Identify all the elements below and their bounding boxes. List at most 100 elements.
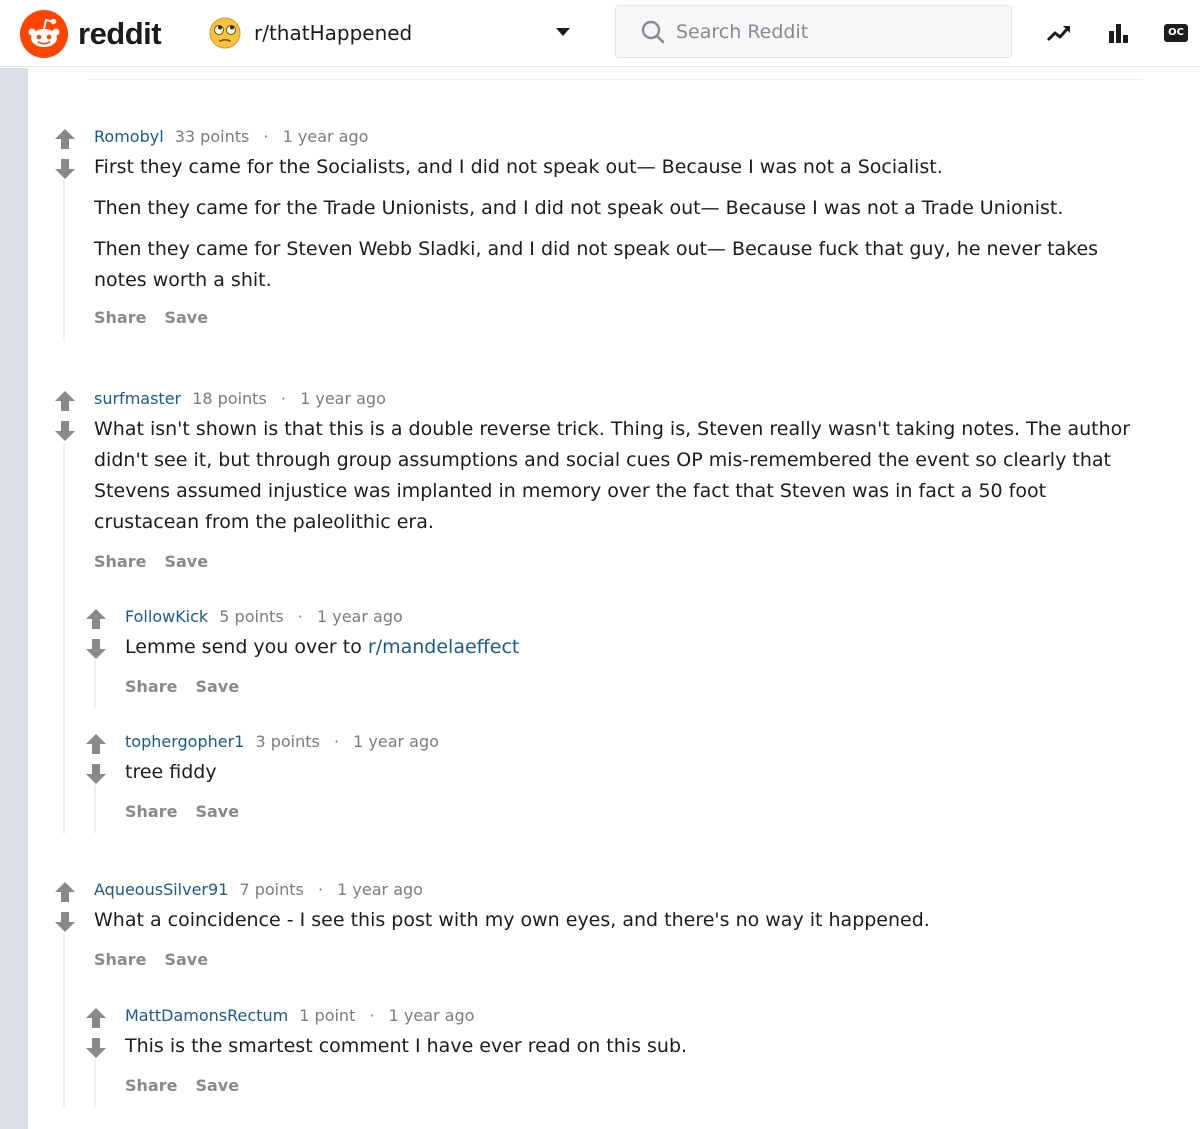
trending-arrow-icon xyxy=(1046,26,1070,42)
subreddit-name: r/thatHappened xyxy=(254,21,413,45)
downvote-icon[interactable] xyxy=(84,1036,108,1060)
comment-paragraph: Then they came for Steven Webb Sladki, a… xyxy=(94,238,1099,291)
comment-reply: MattDamonsRectum 1 point · 1 year ago Th… xyxy=(125,1006,1125,1095)
comment-body: First they came for the Socialists, and … xyxy=(94,152,1124,296)
meta-separator: · xyxy=(333,732,340,751)
comment-points: 33 points xyxy=(174,127,250,146)
thread-line[interactable] xyxy=(94,660,96,708)
meta-separator: · xyxy=(263,127,269,146)
comment-points: 3 points xyxy=(255,732,320,751)
share-button[interactable]: Share xyxy=(94,950,146,969)
scrollbar[interactable] xyxy=(1185,68,1200,1129)
comment-author[interactable]: AqueousSilver91 xyxy=(94,880,228,899)
left-gutter xyxy=(0,68,28,1129)
comment-actions: Share Save xyxy=(94,950,1124,969)
divider xyxy=(88,79,1143,80)
oc-icon[interactable]: OC xyxy=(1161,18,1191,48)
search-input[interactable] xyxy=(676,20,976,43)
comment-actions: Share Save xyxy=(125,677,1125,696)
save-button[interactable]: Save xyxy=(195,677,239,696)
comment-meta: surfmaster 18 points · 1 year ago xyxy=(94,389,1134,408)
share-button[interactable]: Share xyxy=(125,802,177,821)
meta-separator: · xyxy=(280,389,286,408)
save-button[interactable]: Save xyxy=(164,308,208,327)
vote-controls xyxy=(53,880,77,934)
comment-time[interactable]: 1 year ago xyxy=(389,1006,475,1025)
vote-controls xyxy=(84,1006,108,1060)
thread-line[interactable] xyxy=(94,1059,96,1107)
comment-body: Lemme send you over to r/mandelaeffect xyxy=(125,632,1125,663)
comment-paragraph: This is the smartest comment I have ever… xyxy=(125,1035,688,1057)
save-button[interactable]: Save xyxy=(195,802,239,821)
bar-chart-icon xyxy=(1109,24,1128,43)
comment-body: tree fiddy xyxy=(125,757,1125,788)
comment-actions: Share Save xyxy=(94,308,1124,327)
comment-points: 18 points xyxy=(192,389,267,408)
reddit-snoo-icon xyxy=(20,10,68,58)
comment: Romobyl 33 points · 1 year ago First the… xyxy=(94,127,1124,327)
subreddit-dropdown[interactable]: r/thatHappened xyxy=(208,14,584,52)
leaderboard-icon[interactable] xyxy=(1103,18,1133,48)
share-button[interactable]: Share xyxy=(125,677,177,696)
comment-time[interactable]: 1 year ago xyxy=(337,880,423,899)
comment: AqueousSilver91 7 points · 1 year ago Wh… xyxy=(94,880,1124,969)
comment-paragraph: Lemme send you over to r/mandelaeffect xyxy=(125,632,1125,663)
share-button[interactable]: Share xyxy=(125,1076,177,1095)
comment-author[interactable]: tophergopher1 xyxy=(125,732,244,751)
comment-actions: Share Save xyxy=(125,802,1125,821)
trending-icon[interactable] xyxy=(1044,18,1074,48)
chevron-down-icon xyxy=(556,28,570,36)
comment-author[interactable]: MattDamonsRectum xyxy=(125,1006,288,1025)
vote-controls xyxy=(53,127,77,181)
downvote-icon[interactable] xyxy=(53,419,77,443)
thread-line[interactable] xyxy=(63,180,65,342)
upvote-icon[interactable] xyxy=(53,127,77,151)
comment-author[interactable]: surfmaster xyxy=(94,389,181,408)
comment-meta: AqueousSilver91 7 points · 1 year ago xyxy=(94,880,1124,899)
save-button[interactable]: Save xyxy=(195,1076,239,1095)
thread-line[interactable] xyxy=(63,933,65,1107)
vote-controls xyxy=(84,732,108,786)
comment-time[interactable]: 1 year ago xyxy=(317,607,403,626)
comment-points: 1 point xyxy=(299,1006,356,1025)
comment-text: Lemme send you over to xyxy=(125,636,368,658)
upvote-icon[interactable] xyxy=(53,389,77,413)
comment-points: 5 points xyxy=(219,607,284,626)
vote-controls xyxy=(84,607,108,661)
comment-meta: FollowKick 5 points · 1 year ago xyxy=(125,607,1125,626)
meta-separator: · xyxy=(369,1006,375,1025)
comment-points: 7 points xyxy=(239,880,304,899)
comment-meta: MattDamonsRectum 1 point · 1 year ago xyxy=(125,1006,1125,1025)
logo-text: reddit xyxy=(78,16,162,51)
upvote-icon[interactable] xyxy=(84,1006,108,1030)
comment-reply: tophergopher1 3 points · 1 year ago tree… xyxy=(125,732,1125,821)
save-button[interactable]: Save xyxy=(164,950,208,969)
share-button[interactable]: Share xyxy=(94,552,146,571)
comment-author[interactable]: Romobyl xyxy=(94,127,164,146)
comment-body: What isn't shown is that this is a doubl… xyxy=(94,414,1134,538)
save-button[interactable]: Save xyxy=(164,552,208,571)
comment-time[interactable]: 1 year ago xyxy=(353,732,439,751)
reddit-logo[interactable]: reddit xyxy=(20,10,162,58)
comment-paragraph: First they came for the Socialists, and … xyxy=(94,156,943,178)
upvote-icon[interactable] xyxy=(84,607,108,631)
comment-time[interactable]: 1 year ago xyxy=(283,127,369,146)
comment-paragraph: Then they came for the Trade Unionists, … xyxy=(94,197,1064,219)
thread-line[interactable] xyxy=(63,442,65,834)
comment-actions: Share Save xyxy=(125,1076,1125,1095)
upvote-icon[interactable] xyxy=(53,880,77,904)
subreddit-link[interactable]: r/mandelaeffect xyxy=(368,636,519,658)
comment-paragraph: What isn't shown is that this is a doubl… xyxy=(94,418,1131,533)
meta-separator: · xyxy=(317,880,324,899)
share-button[interactable]: Share xyxy=(94,308,146,327)
downvote-icon[interactable] xyxy=(84,762,108,786)
downvote-icon[interactable] xyxy=(84,637,108,661)
thread-line[interactable] xyxy=(94,785,96,833)
comment-author[interactable]: FollowKick xyxy=(125,607,208,626)
search-bar[interactable] xyxy=(615,5,1012,58)
upvote-icon[interactable] xyxy=(84,732,108,756)
comment-reply: FollowKick 5 points · 1 year ago Lemme s… xyxy=(125,607,1125,696)
comment-time[interactable]: 1 year ago xyxy=(300,389,386,408)
downvote-icon[interactable] xyxy=(53,157,77,181)
downvote-icon[interactable] xyxy=(53,910,77,934)
